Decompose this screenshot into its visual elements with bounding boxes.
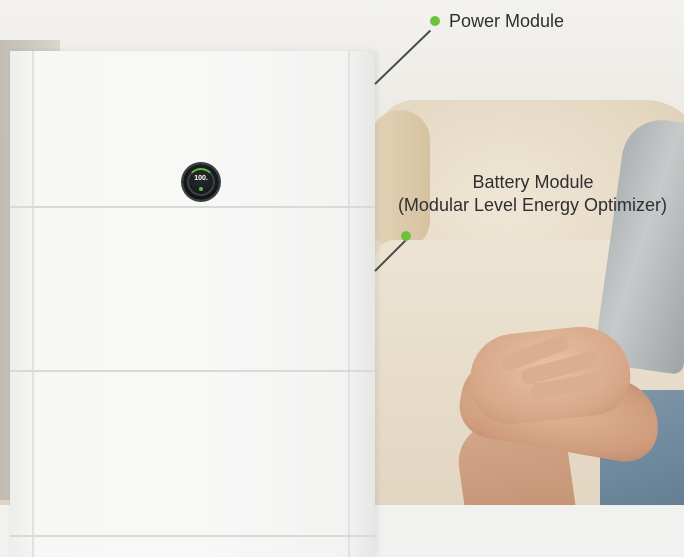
power-module-marker-icon (430, 16, 440, 26)
display-progress-ring (187, 168, 215, 196)
cabinet-right-rail (348, 51, 350, 557)
status-display-icon: 100. (183, 164, 219, 200)
display-reading: 100. (194, 175, 208, 182)
battery-module-seam (10, 370, 375, 372)
battery-module-label-line1: Battery Module (472, 172, 594, 192)
bottom-module-seam (10, 535, 375, 537)
power-module-seam (10, 206, 375, 208)
cabinet-left-rail (32, 51, 34, 557)
power-module-label: Power Module (449, 11, 565, 31)
display-indicator-dot (199, 187, 203, 191)
product-scene: 100. Power Module Battery Module (Modula… (0, 0, 684, 557)
battery-module-label-line2: (Modular Level Energy Optimizer) (397, 195, 668, 215)
battery-cabinet: 100. (10, 51, 375, 557)
battery-module-marker-icon (401, 231, 411, 241)
